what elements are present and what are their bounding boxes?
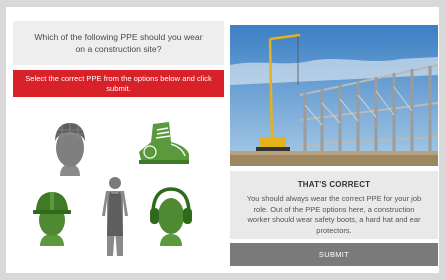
option-apron[interactable] (98, 176, 132, 258)
instruction-text: Select the correct PPE from the options … (25, 73, 212, 93)
question-text: Which of the following PPE should you we… (34, 32, 203, 54)
submit-button[interactable]: SUBMIT (230, 243, 438, 266)
option-hard-hat[interactable] (30, 188, 74, 248)
feedback-title: THAT'S CORRECT (297, 180, 371, 189)
construction-site-image (230, 25, 438, 166)
option-ear-protectors[interactable] (148, 186, 194, 248)
apron-icon (102, 177, 128, 256)
instruction-banner: Select the correct PPE from the options … (13, 70, 224, 97)
option-hair-net[interactable] (48, 120, 92, 178)
feedback-body: You should always wear the correct PPE f… (246, 194, 422, 235)
ear-protectors-icon (150, 187, 192, 246)
option-safety-boots[interactable] (135, 120, 193, 166)
question-box: Which of the following PPE should you we… (13, 21, 224, 65)
safety-boot-icon (139, 122, 189, 164)
hair-net-head-icon (55, 123, 85, 176)
hard-hat-icon (33, 192, 71, 246)
feedback-panel: THAT'S CORRECT You should always wear th… (230, 171, 438, 239)
